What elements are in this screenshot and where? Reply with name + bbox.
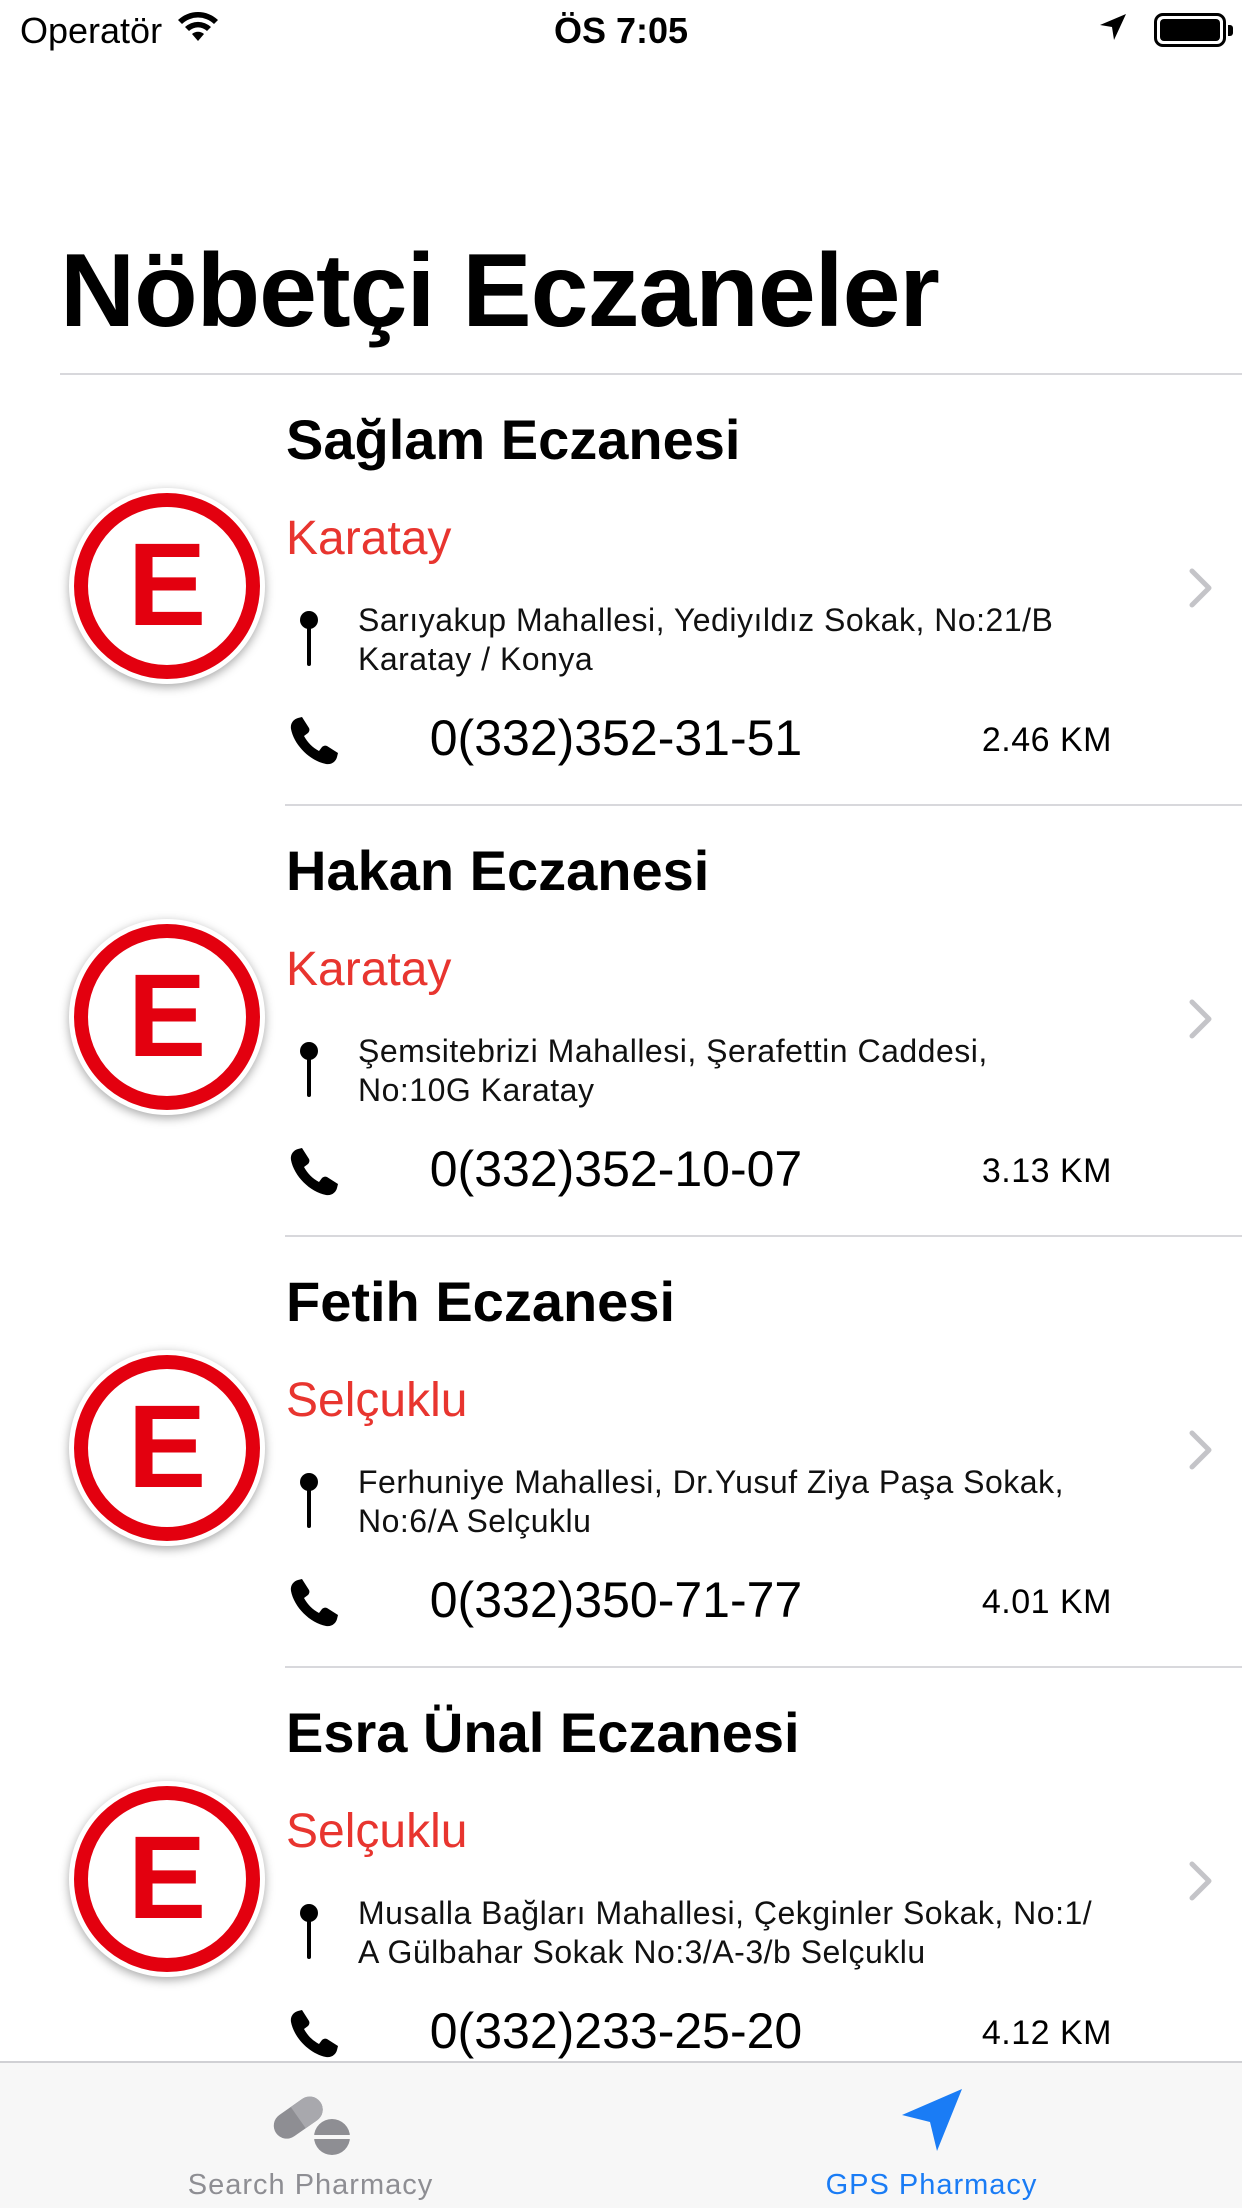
pharmacy-name: Esra Ünal Eczanesi: [286, 1701, 800, 1764]
chevron-right-icon: [1188, 1429, 1214, 1476]
pharmacy-address: Ferhuniye Mahallesi, Dr.Yusuf Ziya Paşa …: [358, 1463, 1138, 1541]
pharmacy-address: Musalla Bağları Mahallesi, Çekginler Sok…: [358, 1894, 1138, 1972]
pharmacy-phone[interactable]: 0(332)352-31-51: [396, 709, 836, 767]
chevron-right-icon: [1188, 567, 1214, 614]
pharmacy-distance: 4.01 KM: [981, 1583, 1112, 1621]
tab-label: Search Pharmacy: [187, 2169, 434, 2201]
pharmacy-name: Sağlam Eczanesi: [286, 408, 741, 471]
pharmacy-distance: 2.46 KM: [981, 721, 1112, 759]
map-pin-icon: [298, 1041, 320, 1104]
address-line-1: Musalla Bağları Mahallesi, Çekginler Sok…: [358, 1895, 1093, 1931]
tab-search-pharmacy[interactable]: Search Pharmacy: [0, 2063, 621, 2208]
phone-icon[interactable]: [288, 2008, 340, 2065]
pharmacy-row[interactable]: E Sağlam Eczanesi Karatay Sarıyakup Maha…: [0, 375, 1242, 806]
page-title: Nöbetçi Eczaneler: [60, 233, 940, 349]
pills-icon: [266, 2085, 356, 2166]
tab-gps-pharmacy[interactable]: GPS Pharmacy: [621, 2063, 1242, 2208]
pharmacy-e-logo-icon: E: [69, 1350, 265, 1546]
address-line-1: Ferhuniye Mahallesi, Dr.Yusuf Ziya Paşa …: [358, 1464, 1064, 1500]
tab-bar: Search Pharmacy GPS Pharmacy: [0, 2061, 1242, 2208]
logo-letter: E: [128, 950, 207, 1082]
address-line-2: No:6/A Selçuklu: [358, 1503, 592, 1539]
pharmacy-phone[interactable]: 0(332)350-71-77: [396, 1571, 836, 1629]
status-right: [1098, 12, 1233, 47]
location-services-icon: [1098, 12, 1128, 47]
map-pin-icon: [298, 1903, 320, 1966]
pharmacy-district: Karatay: [286, 943, 452, 996]
pharmacy-district: Karatay: [286, 512, 452, 565]
pharmacy-distance: 3.13 KM: [981, 1152, 1112, 1190]
logo-letter: E: [128, 1812, 207, 1944]
status-time: ÖS 7:05: [553, 10, 689, 51]
pharmacy-row[interactable]: E Hakan Eczanesi Karatay Şemsitebrizi Ma…: [0, 806, 1242, 1237]
phone-icon[interactable]: [288, 715, 340, 772]
chevron-right-icon: [1188, 998, 1214, 1045]
logo-letter: E: [128, 519, 207, 651]
address-line-2: A Gülbahar Sokak No:3/A-3/b Selçuklu: [358, 1934, 926, 1970]
status-bar: Operatör ÖS 7:05: [0, 0, 1242, 62]
pharmacy-address: Sarıyakup Mahallesi, Yediyıldız Sokak, N…: [358, 601, 1138, 679]
tab-label: GPS Pharmacy: [825, 2169, 1038, 2201]
pharmacy-name: Hakan Eczanesi: [286, 839, 710, 902]
pharmacy-e-logo-icon: E: [69, 488, 265, 684]
address-line-2: Karatay / Konya: [358, 641, 594, 677]
phone-icon[interactable]: [288, 1146, 340, 1203]
pharmacy-address: Şemsitebrizi Mahallesi, Şerafettin Cadde…: [358, 1032, 1138, 1110]
pharmacy-e-logo-icon: E: [69, 919, 265, 1115]
map-pin-icon: [298, 1472, 320, 1535]
address-line-2: No:10G Karatay: [358, 1072, 595, 1108]
address-line-1: Sarıyakup Mahallesi, Yediyıldız Sokak, N…: [358, 602, 1054, 638]
address-line-1: Şemsitebrizi Mahallesi, Şerafettin Cadde…: [358, 1033, 988, 1069]
pharmacy-phone[interactable]: 0(332)352-10-07: [396, 1140, 836, 1198]
logo-letter: E: [128, 1381, 207, 1513]
location-arrow-icon: [896, 2085, 968, 2162]
pharmacy-e-logo-icon: E: [69, 1781, 265, 1977]
pharmacy-district: Selçuklu: [286, 1374, 468, 1427]
battery-icon: [1154, 12, 1233, 47]
pharmacy-district: Selçuklu: [286, 1805, 468, 1858]
pharmacy-list[interactable]: E Sağlam Eczanesi Karatay Sarıyakup Maha…: [0, 375, 1242, 2099]
chevron-right-icon: [1188, 1860, 1214, 1907]
map-pin-icon: [298, 610, 320, 673]
pharmacy-phone[interactable]: 0(332)233-25-20: [396, 2002, 836, 2060]
pharmacy-distance: 4.12 KM: [981, 2014, 1112, 2052]
pharmacy-row[interactable]: E Esra Ünal Eczanesi Selçuklu Musalla Ba…: [0, 1668, 1242, 2099]
pharmacy-name: Fetih Eczanesi: [286, 1270, 676, 1333]
pharmacy-row[interactable]: E Fetih Eczanesi Selçuklu Ferhuniye Maha…: [0, 1237, 1242, 1668]
phone-icon[interactable]: [288, 1577, 340, 1634]
